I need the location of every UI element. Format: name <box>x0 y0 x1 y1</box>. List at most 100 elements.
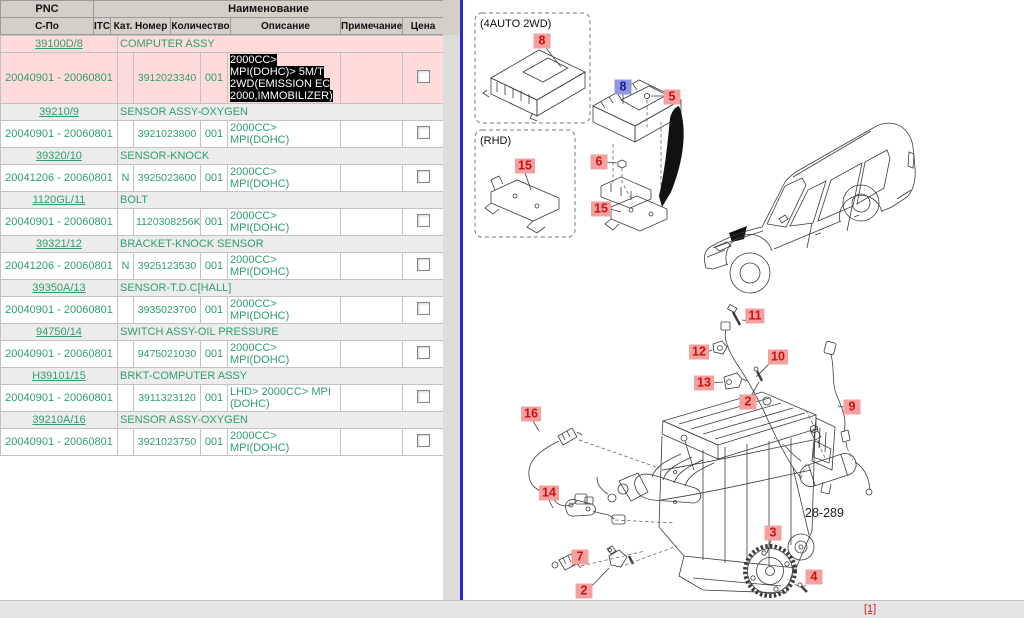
part-group-header-row: H39101/15BRKT-COMPUTER ASSY <box>1 368 444 385</box>
ecu-4auto-drawing <box>483 48 585 121</box>
parts-diagram-drawing <box>463 0 1024 600</box>
diagram-pane: (4AUTO 2WD) (RHD) 28-289 885156151112101… <box>463 0 1024 600</box>
row-checkbox[interactable] <box>417 126 430 139</box>
pnc-link[interactable]: 39100D/8 <box>35 38 83 50</box>
part-number: 3921023750 <box>134 429 201 456</box>
part-quantity: 001 <box>201 53 228 104</box>
callout-8[interactable]: 8 <box>534 34 551 49</box>
part-price-cell <box>403 209 444 236</box>
part-price-cell <box>403 297 444 324</box>
page-link[interactable]: [1] <box>864 603 876 615</box>
part-date-range: 20040901 - 20060801 <box>1 121 118 148</box>
column-header-cpo: С-По <box>1 18 94 35</box>
pnc-link[interactable]: 39321/12 <box>36 238 82 250</box>
part-number: 9475021030 <box>134 341 201 368</box>
part-itc <box>118 429 134 456</box>
callout-8[interactable]: 8 <box>615 80 632 95</box>
row-checkbox[interactable] <box>417 346 430 359</box>
part-date-range: 20040901 - 20060801 <box>1 209 118 236</box>
part-group-header-row: 39210/9SENSOR ASSY-OXYGEN <box>1 104 444 121</box>
callout-14[interactable]: 14 <box>539 486 559 501</box>
row-checkbox[interactable] <box>417 214 430 227</box>
row-checkbox[interactable] <box>417 390 430 403</box>
callout-3[interactable]: 3 <box>765 526 782 541</box>
row-checkbox[interactable] <box>417 170 430 183</box>
part-description: 2000CC> MPI(DOHC) <box>228 209 341 236</box>
part-description: 2000CC> MPI(DOHC) <box>228 121 341 148</box>
part-group-header-row: 39100D/8 COMPUTER ASSY <box>1 36 444 53</box>
part-description: 2000CC> MPI(DOHC) <box>228 165 341 192</box>
diagram-ref-label: 28-289 <box>805 506 844 520</box>
callout-15[interactable]: 15 <box>515 159 535 174</box>
part-price-cell <box>403 53 444 104</box>
callout-9[interactable]: 9 <box>844 400 861 415</box>
part-date-range: 20040901 - 20060801 <box>1 385 118 412</box>
part-price-cell <box>403 385 444 412</box>
part-quantity: 001 <box>201 165 228 192</box>
column-header-name: Наименование <box>94 1 444 18</box>
part-itc <box>118 297 134 324</box>
variant-label-4auto: (4AUTO 2WD) <box>480 18 551 30</box>
pnc-link[interactable]: H39101/15 <box>32 370 86 382</box>
part-description: 2000CC> MPI(DOHC)> 5M/T 2WD(EMISSION EC … <box>228 53 341 104</box>
column-header-desc: Описание <box>231 18 341 35</box>
callout-7[interactable]: 7 <box>572 550 589 565</box>
part-group-name: SENSOR-KNOCK <box>118 148 444 165</box>
callout-12[interactable]: 12 <box>689 345 709 360</box>
part-number: 3911323120 <box>134 385 201 412</box>
parts-table-header: PNC Наименование С-По ITC Кат. Номер Кол… <box>0 0 444 35</box>
part-group-header-row: 39320/10 SENSOR-KNOCK <box>1 148 444 165</box>
parts-table: 39100D/8 COMPUTER ASSY 20040901 - 20060801… <box>0 35 444 456</box>
pnc-link[interactable]: 39210/9 <box>39 106 79 118</box>
selected-description: 2000CC> MPI(DOHC)> 5M/T 2WD(EMISSION EC … <box>230 54 333 102</box>
part-quantity: 001 <box>201 253 228 280</box>
part-price-cell <box>403 253 444 280</box>
pnc-link[interactable]: 39350A/13 <box>32 282 85 294</box>
part-price-cell <box>403 429 444 456</box>
vehicle-drawing <box>704 123 915 293</box>
part-number: 3912023340 <box>134 53 201 104</box>
callout-2[interactable]: 2 <box>740 395 757 410</box>
part-number: 1120308256K <box>134 209 201 236</box>
row-checkbox[interactable] <box>417 258 430 271</box>
callout-2[interactable]: 2 <box>576 584 593 599</box>
row-checkbox[interactable] <box>417 434 430 447</box>
part-itc <box>118 209 134 236</box>
part-price-cell <box>403 165 444 192</box>
callout-5[interactable]: 5 <box>664 90 681 105</box>
part-note <box>341 297 403 324</box>
part-note <box>341 53 403 104</box>
part-group-name: COMPUTER ASSY <box>118 36 444 53</box>
callout-6[interactable]: 6 <box>591 155 608 170</box>
part-date-range: 20040901 - 20060801 <box>1 429 118 456</box>
locator-arrow <box>659 106 684 207</box>
pnc-link[interactable]: 1120GL/11 <box>33 194 86 206</box>
pnc-link[interactable]: 39320/10 <box>36 150 82 162</box>
part-itc: N <box>118 165 134 192</box>
callout-10[interactable]: 10 <box>768 350 788 365</box>
part-quantity: 001 <box>201 297 228 324</box>
pnc-link[interactable]: 39210A/16 <box>32 414 85 426</box>
callout-13[interactable]: 13 <box>694 376 714 391</box>
part-row: 20041206 - 20060801N39251235300012000CC>… <box>1 253 444 280</box>
pane-gutter <box>443 0 460 600</box>
part-itc <box>118 341 134 368</box>
part-number: 3935023700 <box>134 297 201 324</box>
part-itc <box>118 385 134 412</box>
row-checkbox[interactable] <box>417 70 430 83</box>
part-description: 2000CC> MPI(DOHC) <box>228 253 341 280</box>
part-group-header-row: 39210A/16SENSOR ASSY-OXYGEN <box>1 412 444 429</box>
pnc-link[interactable]: 94750/14 <box>36 326 82 338</box>
callout-15[interactable]: 15 <box>591 202 611 217</box>
callout-4[interactable]: 4 <box>806 570 823 585</box>
parts-catalog-window: PNC Наименование С-По ITC Кат. Номер Кол… <box>0 0 1024 618</box>
part-number: 3921023800 <box>134 121 201 148</box>
column-header-price: Цена <box>403 18 444 35</box>
part-group-name: BRACKET-KNOCK SENSOR <box>118 236 444 253</box>
part-date-range: 20040901 - 20060801 <box>1 341 118 368</box>
row-checkbox[interactable] <box>417 302 430 315</box>
part-description: 2000CC> MPI(DOHC) <box>228 341 341 368</box>
callout-16[interactable]: 16 <box>521 407 541 422</box>
callout-11[interactable]: 11 <box>745 309 764 324</box>
part-group-name: BOLT <box>118 192 444 209</box>
